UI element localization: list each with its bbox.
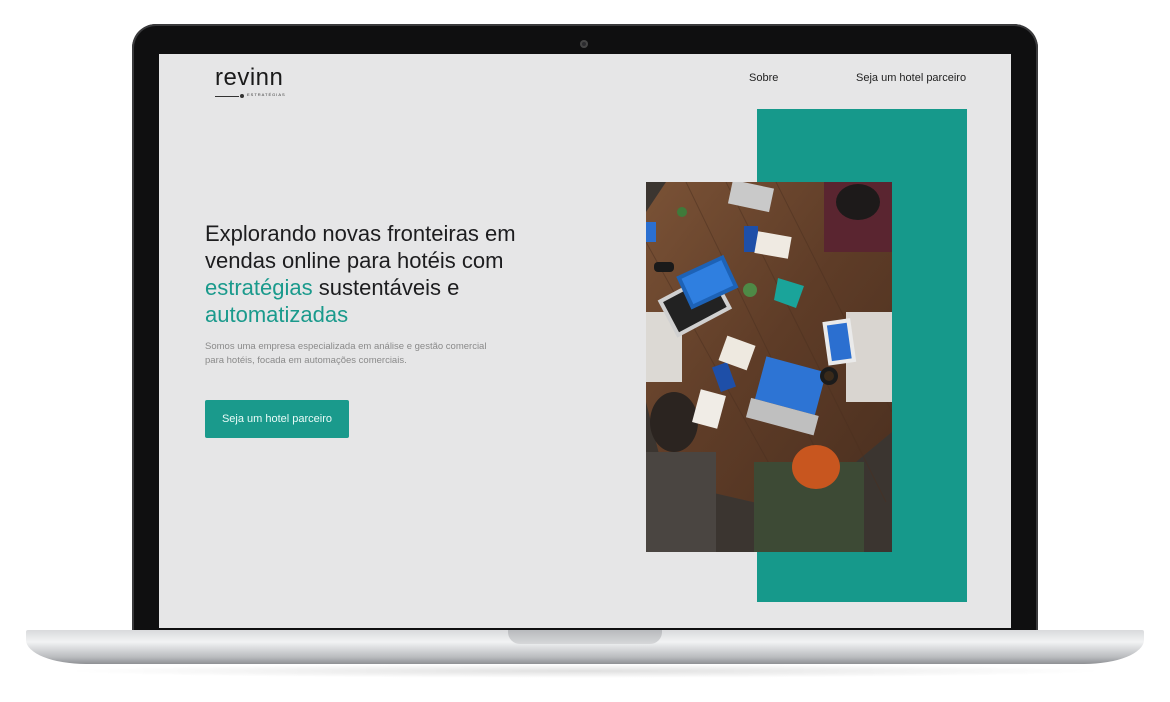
hero-title-accent-automated: automatizadas (205, 302, 349, 327)
laptop-notch (508, 630, 662, 644)
webcam-icon (580, 40, 588, 48)
hero-title-text-2: sustentáveis e (312, 275, 460, 300)
hero-title: Explorando novas fronteiras em vendas on… (205, 220, 535, 328)
team-meeting-photo (646, 182, 892, 552)
screen-edge-right (1011, 54, 1015, 628)
logo-tagline: ESTRATÉGIAS (215, 92, 291, 100)
hero-title-accent-strategies: estratégias (205, 275, 313, 300)
website-screen: revinn ESTRATÉGIAS Sobre Seja um hotel p… (155, 54, 1015, 628)
brand-logo[interactable]: revinn ESTRATÉGIAS (215, 64, 291, 100)
hero-description: Somos uma empresa especializada em análi… (205, 341, 487, 366)
nav-link-about[interactable]: Sobre (749, 72, 778, 84)
hero-title-text: Explorando novas fronteiras em vendas on… (205, 221, 516, 273)
partner-cta-button[interactable]: Seja um hotel parceiro (205, 400, 349, 438)
laptop-shadow (60, 664, 1110, 678)
logo-text: revinn (215, 64, 284, 91)
logo-tagline-text: ESTRATÉGIAS (247, 92, 286, 97)
nav-link-partner[interactable]: Seja um hotel parceiro (856, 72, 966, 84)
screen-edge-left (155, 54, 159, 628)
